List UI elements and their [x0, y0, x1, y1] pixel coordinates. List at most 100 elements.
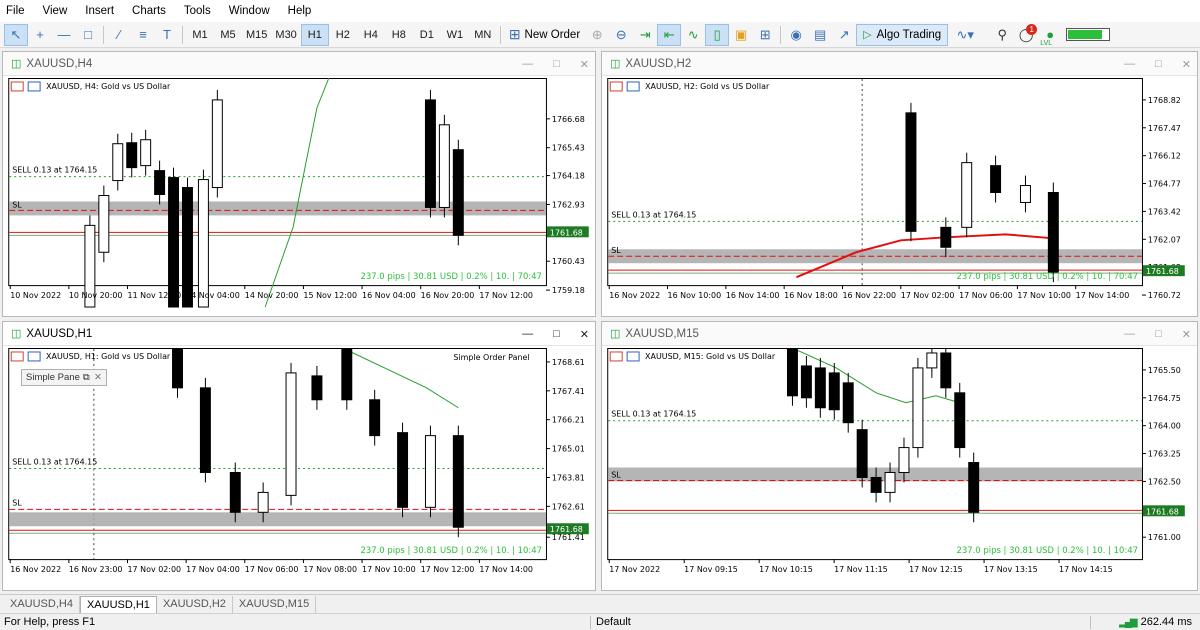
close-icon[interactable]: ✕ — [1182, 328, 1191, 341]
menu-insert[interactable]: Insert — [77, 0, 124, 22]
close-icon[interactable]: ✕ — [1182, 58, 1191, 71]
fibonacci-icon[interactable]: ≡ — [131, 24, 155, 46]
candle-body — [842, 382, 854, 424]
chart-canvas[interactable]: XAUUSD, H4: Gold vs US Dollar SELL 0.13 a… — [8, 78, 590, 311]
price-tick-label: 1762.61 — [552, 502, 585, 511]
window-title: XAUUSD,H1 — [26, 327, 93, 340]
candle-body — [905, 112, 917, 232]
timeframe-h2[interactable]: H2 — [329, 24, 357, 46]
chart-toolbar-icon — [10, 81, 24, 92]
zoom-in-icon[interactable]: ⊕ — [585, 24, 609, 46]
maximize-icon[interactable]: □ — [553, 58, 560, 70]
cursor-icon[interactable]: ↖ — [4, 23, 28, 46]
tab-xauusd-m15[interactable]: XAUUSD,M15 — [233, 596, 317, 613]
window-title-bar[interactable]: ◫ XAUUSD,H4 — [3, 52, 595, 76]
chart-window-h2[interactable]: ◫ XAUUSD,H2 — □ ✕ XAUUSD, H2: Gold vs US Do… — [601, 51, 1198, 317]
timeframe-m1[interactable]: M1 — [186, 24, 214, 46]
timeframe-h1[interactable]: H1 — [300, 23, 329, 46]
price-tick-label: 1761.41 — [552, 533, 585, 542]
new-order-button[interactable]: ⊞ New Order — [504, 24, 585, 46]
chart-window-h1[interactable]: ◫ XAUUSD,H1 — □ ✕ XAUUSD, H1: Gold vs US Do… — [2, 321, 596, 591]
price-tick-label: 1764.77 — [1148, 180, 1181, 189]
close-icon[interactable]: ✕ — [580, 328, 589, 341]
sl-label: SL — [611, 246, 621, 255]
restore-icon[interactable]: ⧉ — [83, 372, 90, 383]
chart-shift-icon[interactable]: ⇤ — [657, 23, 682, 46]
close-icon[interactable]: ✕ — [94, 372, 102, 383]
price-tick-label: 1768.61 — [552, 358, 585, 367]
timeframe-d1[interactable]: D1 — [413, 24, 441, 46]
timeframe-h4[interactable]: H4 — [357, 24, 385, 46]
timeframe-h8[interactable]: H8 — [385, 24, 413, 46]
minimize-icon[interactable]: — — [522, 328, 533, 340]
time-tick-label: 16 Nov 22:00 — [842, 291, 896, 300]
menu-tools[interactable]: Tools — [176, 0, 221, 22]
signal-icon: ▂▄▆ — [1119, 617, 1138, 628]
menu-window[interactable]: Window — [221, 0, 280, 22]
chart-window-m15[interactable]: ◫ XAUUSD,M15 — □ ✕ XAUUSD, M15: Gold vs US … — [601, 321, 1198, 591]
zoom-out-icon[interactable]: ⊖ — [609, 24, 633, 46]
market-icon[interactable]: ▤ — [808, 24, 832, 46]
time-tick-label: 17 Nov 04:00 — [186, 565, 240, 574]
chart-window-h4[interactable]: ◫ XAUUSD,H4 — □ ✕ XAUUSD, H4: Gold vs US Do… — [2, 51, 596, 317]
maximize-icon[interactable]: □ — [1155, 328, 1162, 340]
window-title-bar[interactable]: ◫ XAUUSD,H1 — [3, 322, 595, 346]
chart-svg[interactable]: XAUUSD, H2: Gold vs US Dollar SELL 0.13 a… — [607, 78, 1192, 311]
timeframe-m5[interactable]: M5 — [214, 24, 242, 46]
chart-canvas[interactable]: XAUUSD, H2: Gold vs US Dollar SELL 0.13 a… — [607, 78, 1192, 311]
simple-panel-widget[interactable]: Simple Pane ⧉ ✕ — [21, 369, 107, 386]
tab-xauusd-h2[interactable]: XAUUSD,H2 — [157, 596, 233, 613]
text-icon[interactable]: T — [155, 24, 179, 46]
minimize-icon[interactable]: — — [1124, 328, 1135, 340]
chart-symbol-title: XAUUSD, M15: Gold vs US Dollar — [645, 352, 776, 361]
candle-body — [112, 143, 124, 182]
candle-body — [1019, 185, 1031, 203]
fullscreen-icon[interactable]: ↗ — [832, 24, 856, 46]
crosshair-icon[interactable]: + — [28, 24, 52, 46]
window-title-bar[interactable]: ◫ XAUUSD,M15 — [602, 322, 1197, 346]
templates-icon[interactable]: ▣ — [729, 24, 753, 46]
timeframe-mn[interactable]: MN — [469, 24, 497, 46]
sell-order-label: SELL 0.13 at 1764.15 — [12, 166, 97, 175]
candle-body — [126, 142, 138, 169]
window-controls: — □ ✕ — [1124, 52, 1191, 76]
tile-windows-icon[interactable]: ⊞ — [753, 24, 777, 46]
menu-view[interactable]: View — [35, 0, 78, 22]
chart-canvas[interactable]: XAUUSD, M15: Gold vs US Dollar SELL 0.13 … — [607, 348, 1192, 585]
price-tick-label: 1759.18 — [552, 286, 585, 295]
chart-svg[interactable]: XAUUSD, M15: Gold vs US Dollar SELL 0.13 … — [607, 348, 1192, 585]
period-separator-icon[interactable]: □ — [76, 24, 100, 46]
search-icon[interactable]: ⚲ — [990, 24, 1014, 46]
algo-trading-button[interactable]: ▷ Algo Trading — [856, 23, 949, 46]
menu-help[interactable]: Help — [280, 0, 322, 22]
toolbar-divider — [182, 25, 183, 44]
chart-svg[interactable]: XAUUSD, H4: Gold vs US Dollar SELL 0.13 a… — [8, 78, 590, 311]
minimize-icon[interactable]: — — [1124, 58, 1135, 70]
notifications-icon[interactable]: ◯ 1 — [1014, 23, 1038, 46]
price-tick-label: 1764.18 — [552, 172, 585, 181]
timeframe-w1[interactable]: W1 — [441, 24, 469, 46]
minimize-icon[interactable]: — — [522, 58, 533, 70]
window-title-bar[interactable]: ◫ XAUUSD,H2 — [602, 52, 1197, 76]
timeframe-m30[interactable]: M30 — [271, 24, 300, 46]
sl-label: SL — [12, 200, 22, 209]
trendline-icon[interactable]: ∕ — [107, 24, 131, 46]
autoscroll-icon[interactable]: ⇥ — [633, 24, 657, 46]
candle-body — [229, 471, 241, 513]
line-chart-icon[interactable]: ∿ — [681, 24, 705, 46]
tab-xauusd-h1[interactable]: XAUUSD,H1 — [79, 596, 157, 613]
close-icon[interactable]: ✕ — [580, 58, 589, 71]
maximize-icon[interactable]: □ — [1155, 58, 1162, 70]
candle-body — [424, 99, 436, 208]
indicators-icon[interactable]: ∿▾ — [948, 24, 982, 46]
window-controls: — □ ✕ — [522, 52, 589, 76]
timeframe-m15[interactable]: M15 — [242, 24, 271, 46]
maximize-icon[interactable]: □ — [553, 328, 560, 340]
plot-frame — [607, 348, 1143, 561]
menu-file[interactable]: File — [0, 0, 35, 22]
line-icon[interactable]: — — [52, 24, 76, 46]
screenshot-icon[interactable]: ◉ — [784, 24, 808, 46]
tab-xauusd-h4[interactable]: XAUUSD,H4 — [4, 596, 80, 613]
candles-icon[interactable]: ▯ — [705, 23, 730, 46]
menu-charts[interactable]: Charts — [124, 0, 176, 22]
